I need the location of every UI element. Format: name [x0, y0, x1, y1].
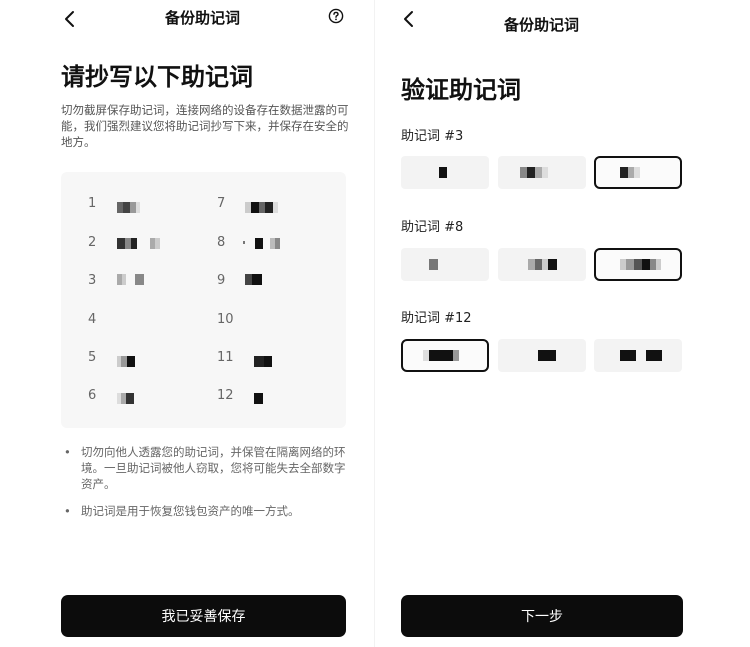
saved-confirm-button[interactable]: 我已妥善保存 — [61, 595, 346, 637]
word-number: 2 — [88, 235, 97, 250]
word-number: 3 — [88, 273, 97, 288]
back-chevron-icon[interactable] — [399, 8, 421, 30]
word-number: 11 — [217, 350, 234, 365]
word-option-selected[interactable] — [401, 339, 489, 372]
word-number: 10 — [217, 312, 234, 327]
word-option[interactable] — [401, 156, 489, 189]
word-option[interactable] — [498, 339, 586, 372]
nav-title: 备份助记词 — [165, 9, 241, 27]
word-number: 8 — [217, 235, 226, 250]
mnemonic-word-grid: 1 2 3 4 5 6 7 8 9 10 11 12 — [61, 172, 346, 428]
page-title: 请抄写以下助记词 — [61, 63, 253, 91]
word-number: 1 — [88, 196, 97, 211]
verify-mnemonic-screen: 备份助记词 验证助记词 助记词 #3 助记词 #8 助记词 #12 下一步 — [375, 0, 750, 647]
screenshot-warning-text: 切勿截屏保存助记词，连接网络的设备存在数据泄露的可能，我们强烈建议您将助记词抄写… — [61, 103, 349, 149]
bullet-dot-icon: • — [64, 445, 71, 459]
word-number: 7 — [217, 196, 226, 211]
word-option[interactable] — [401, 248, 489, 281]
word-option[interactable] — [594, 339, 682, 372]
bullet-dot-icon: • — [64, 504, 71, 518]
word-number: 6 — [88, 388, 97, 403]
word-number: 9 — [217, 273, 226, 288]
help-question-icon[interactable] — [328, 8, 344, 24]
next-step-button[interactable]: 下一步 — [401, 595, 683, 637]
word-number: 5 — [88, 350, 97, 365]
verify-word-label: 助记词 #3 — [401, 129, 464, 144]
page-title: 验证助记词 — [401, 76, 521, 104]
security-tip: • 助记词是用于恢复您钱包资产的唯一方式。 — [64, 503, 354, 519]
verify-word-label: 助记词 #12 — [401, 311, 472, 326]
word-option-selected[interactable] — [594, 248, 682, 281]
word-option[interactable] — [498, 248, 586, 281]
back-chevron-icon[interactable] — [60, 8, 82, 30]
security-tip-text: 切勿向他人透露您的助记词，并保管在隔离网络的环境。一旦助记词被他人窃取，您将可能… — [81, 445, 346, 491]
backup-mnemonic-screen: 备份助记词 请抄写以下助记词 切勿截屏保存助记词，连接网络的设备存在数据泄露的可… — [0, 0, 375, 647]
word-number: 12 — [217, 388, 234, 403]
word-option[interactable] — [498, 156, 586, 189]
word-number: 4 — [88, 312, 97, 327]
verify-word-label: 助记词 #8 — [401, 220, 464, 235]
word-option-selected[interactable] — [594, 156, 682, 189]
security-tip: • 切勿向他人透露您的助记词，并保管在隔离网络的环境。一旦助记词被他人窃取，您将… — [64, 444, 354, 492]
security-tip-text: 助记词是用于恢复您钱包资产的唯一方式。 — [81, 504, 300, 518]
nav-title: 备份助记词 — [504, 16, 580, 34]
